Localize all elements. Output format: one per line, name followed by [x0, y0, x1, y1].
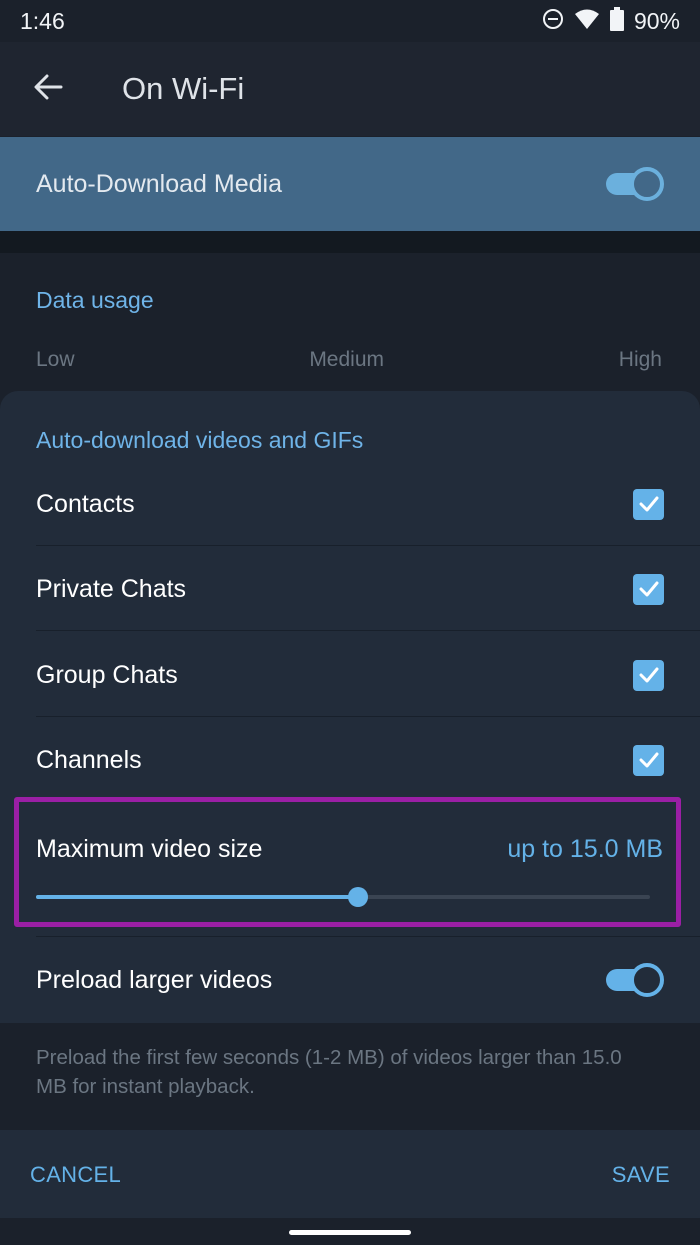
contacts-checkbox[interactable] [633, 488, 664, 520]
option-row-private-chats[interactable]: Private Chats [0, 546, 700, 632]
max-video-size-row: Maximum video size up to 15.0 MB [0, 799, 700, 936]
cancel-button[interactable]: CANCEL [30, 1162, 121, 1188]
check-icon [639, 667, 658, 683]
divider [36, 630, 700, 631]
auto-download-videos-sheet: Auto-download videos and GIFs Contacts P… [0, 391, 700, 1245]
auto-download-media-row[interactable]: Auto-Download Media [0, 137, 700, 231]
check-icon [639, 752, 658, 768]
option-label: Private Chats [36, 574, 187, 603]
preload-larger-videos-row[interactable]: Preload larger videos [0, 937, 700, 1023]
section-gap [0, 231, 700, 253]
preload-label: Preload larger videos [36, 965, 273, 994]
status-time: 1:46 [20, 7, 65, 34]
auto-download-media-label: Auto-Download Media [36, 169, 282, 198]
max-video-size-label: Maximum video size [36, 835, 263, 863]
usage-level-low[interactable]: Low [36, 348, 75, 372]
toggle-knob [630, 963, 664, 997]
battery-percent: 90% [633, 7, 680, 34]
group-chats-checkbox[interactable] [633, 659, 664, 691]
preload-info-box: Preload the first few seconds (1-2 MB) o… [0, 1023, 700, 1130]
private-chats-checkbox[interactable] [633, 573, 664, 605]
preload-toggle[interactable] [604, 963, 664, 997]
max-video-size-slider[interactable] [36, 885, 650, 909]
data-usage-section: Data usage Low Medium High [0, 253, 700, 413]
dialog-buttons: CANCEL SAVE [0, 1130, 700, 1219]
option-label: Group Chats [36, 660, 178, 689]
usage-level-high[interactable]: High [619, 348, 662, 372]
home-gesture-handle[interactable] [289, 1230, 411, 1235]
check-icon [639, 581, 658, 597]
max-video-size-value: up to 15.0 MB [507, 835, 663, 863]
auto-download-media-toggle[interactable] [604, 167, 664, 201]
page-title: On Wi-Fi [122, 71, 245, 106]
option-label: Contacts [36, 489, 135, 518]
data-usage-levels: Low Medium High [36, 348, 662, 372]
app-bar: On Wi-Fi [0, 42, 700, 136]
check-icon [639, 496, 658, 512]
preload-description: Preload the first few seconds (1-2 MB) o… [36, 1046, 622, 1098]
slider-thumb[interactable] [348, 887, 369, 907]
channels-checkbox[interactable] [633, 744, 664, 776]
option-label: Channels [36, 745, 142, 774]
option-row-channels[interactable]: Channels [0, 717, 700, 803]
usage-level-medium[interactable]: Medium [309, 348, 384, 372]
status-bar: 1:46 90% [0, 0, 700, 42]
videos-gifs-header: Auto-download videos and GIFs [36, 427, 364, 453]
arrow-left-icon [33, 74, 63, 105]
wifi-icon [574, 8, 600, 35]
save-button[interactable]: SAVE [612, 1162, 670, 1188]
option-row-group-chats[interactable]: Group Chats [0, 632, 700, 718]
data-usage-header: Data usage [36, 287, 154, 313]
status-icons: 90% [542, 6, 680, 36]
toggle-knob [630, 167, 664, 201]
option-row-contacts[interactable]: Contacts [0, 461, 700, 547]
navigation-bar [0, 1218, 700, 1245]
slider-fill [36, 895, 359, 899]
back-button[interactable] [0, 42, 96, 136]
battery-icon [609, 6, 624, 36]
do-not-disturb-icon [542, 8, 564, 35]
